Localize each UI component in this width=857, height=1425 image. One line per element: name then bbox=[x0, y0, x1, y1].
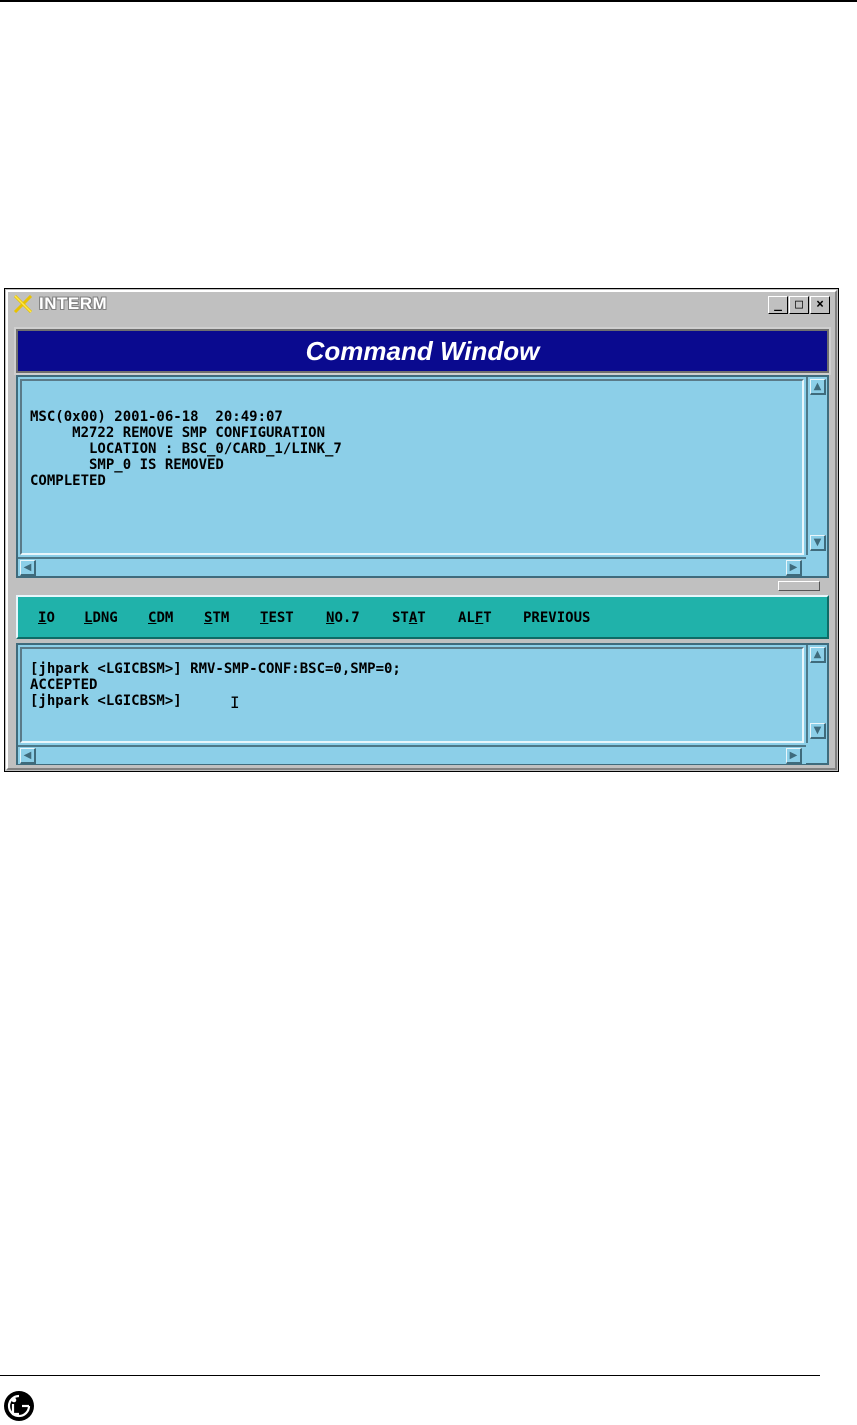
interm-window: INTERM _ □ × Command Window MSC(0x00) 20… bbox=[4, 288, 839, 772]
close-icon: × bbox=[816, 297, 824, 312]
input-prompt: [jhpark <LGICBSM>] bbox=[30, 693, 182, 709]
command-window-header: Command Window bbox=[14, 327, 831, 375]
menu-item-label: T bbox=[417, 610, 426, 626]
window-title: INTERM bbox=[39, 294, 108, 313]
scroll-right-arrow-icon[interactable]: ▶ bbox=[786, 560, 802, 576]
menu-item-label: O bbox=[46, 610, 55, 626]
output-horizontal-scrollbar[interactable]: ◀ ▶ bbox=[18, 557, 806, 576]
input-vertical-scrollbar[interactable]: ▲ ▼ bbox=[806, 645, 827, 743]
menu-item-label: AL bbox=[458, 610, 475, 626]
text-cursor-icon: I bbox=[230, 693, 240, 712]
menu-item-cdm[interactable]: CDM bbox=[148, 610, 173, 626]
pane-resize-sash[interactable] bbox=[778, 581, 820, 591]
page-top-rule bbox=[0, 0, 857, 2]
lg-logo-icon bbox=[4, 1391, 34, 1421]
output-vertical-scrollbar[interactable]: ▲ ▼ bbox=[806, 377, 827, 555]
menu-item-label: EST bbox=[268, 610, 294, 626]
menu-item-label: PREVIOUS bbox=[523, 610, 591, 626]
menu-item-alft[interactable]: ALFT bbox=[458, 610, 492, 626]
output-line: LOCATION : BSC_0/CARD_1/LINK_7 bbox=[30, 441, 342, 457]
x-logo-icon bbox=[13, 295, 33, 313]
output-line: MSC(0x00) 2001-06-18 20:49:07 bbox=[30, 409, 283, 425]
output-pane[interactable]: MSC(0x00) 2001-06-18 20:49:07 M2722 REMO… bbox=[20, 379, 804, 555]
output-line: COMPLETED bbox=[30, 473, 106, 489]
output-line: SMP_0 IS REMOVED bbox=[30, 457, 224, 473]
command-menu-bar: IO LDNG CDM STM TEST NO.7 STAT ALFT PREV… bbox=[16, 595, 829, 639]
scroll-up-arrow-icon[interactable]: ▲ bbox=[810, 379, 826, 395]
minimize-icon: _ bbox=[774, 297, 782, 312]
menu-item-ldng[interactable]: LDNG bbox=[84, 610, 118, 626]
scroll-right-arrow-icon[interactable]: ▶ bbox=[786, 748, 802, 764]
scroll-down-arrow-icon[interactable]: ▼ bbox=[810, 723, 826, 739]
close-button[interactable]: × bbox=[810, 296, 830, 314]
menu-item-label: DNG bbox=[92, 610, 118, 626]
title-bar[interactable]: INTERM _ □ × bbox=[9, 293, 834, 315]
menu-item-test[interactable]: TEST bbox=[260, 610, 294, 626]
menu-item-previous[interactable]: PREVIOUS bbox=[523, 610, 590, 626]
page-bottom-rule bbox=[0, 1375, 820, 1376]
output-line: M2722 REMOVE SMP CONFIGURATION bbox=[30, 425, 326, 441]
maximize-button[interactable]: □ bbox=[789, 296, 809, 314]
input-horizontal-scrollbar[interactable]: ◀ ▶ bbox=[18, 745, 806, 764]
menu-item-stm[interactable]: STM bbox=[204, 610, 229, 626]
scroll-up-arrow-icon[interactable]: ▲ bbox=[810, 647, 826, 663]
menu-item-label: DM bbox=[156, 610, 174, 626]
scroll-left-arrow-icon[interactable]: ◀ bbox=[20, 748, 36, 764]
command-input-pane[interactable]: [jhpark <LGICBSM>] RMV-SMP-CONF:BSC=0,SM… bbox=[20, 647, 804, 743]
menu-item-stat[interactable]: STAT bbox=[392, 610, 426, 626]
input-line: [jhpark <LGICBSM>] RMV-SMP-CONF:BSC=0,SM… bbox=[30, 661, 401, 677]
menu-item-io[interactable]: IO bbox=[38, 610, 55, 626]
menu-item-label: TM bbox=[212, 610, 230, 626]
menu-item-label: T bbox=[483, 610, 492, 626]
menu-item-no7[interactable]: NO.7 bbox=[326, 610, 360, 626]
menu-item-label: O.7 bbox=[334, 610, 360, 626]
minimize-button[interactable]: _ bbox=[768, 296, 788, 314]
maximize-icon: □ bbox=[795, 297, 803, 312]
command-window-title: Command Window bbox=[305, 336, 540, 366]
scroll-down-arrow-icon[interactable]: ▼ bbox=[810, 535, 826, 551]
input-line: ACCEPTED bbox=[30, 677, 98, 693]
menu-item-label: ST bbox=[392, 610, 409, 626]
scroll-left-arrow-icon[interactable]: ◀ bbox=[20, 560, 36, 576]
